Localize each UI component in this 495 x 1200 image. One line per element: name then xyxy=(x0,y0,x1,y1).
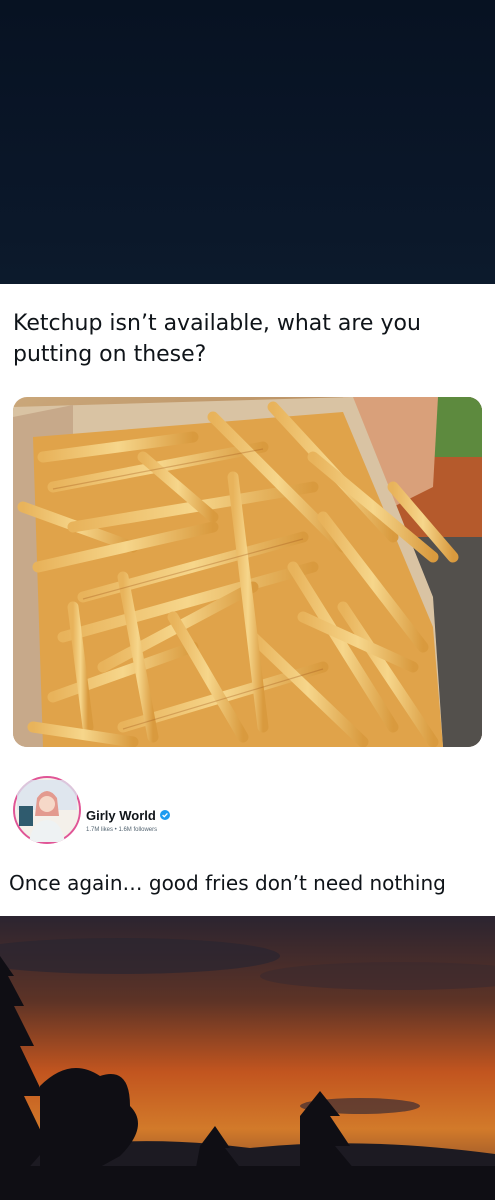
post-card[interactable]: Ketchup isn’t available, what are you pu… xyxy=(0,284,495,916)
post-text: Ketchup isn’t available, what are you pu… xyxy=(13,311,421,367)
author-row[interactable]: Girly World 1.7M likes • 1.6M followers xyxy=(13,776,483,846)
verified-badge-icon xyxy=(160,810,170,820)
author-followers: 1.7M likes • 1.6M followers xyxy=(86,827,158,833)
author-avatar[interactable] xyxy=(13,776,81,844)
dark-header-area xyxy=(0,0,495,284)
sunset-landscape-image[interactable] xyxy=(0,916,495,1200)
author-name[interactable]: Girly World xyxy=(86,808,156,823)
french-fries-image[interactable] xyxy=(13,397,482,747)
caption-text: Once again… good fries don’t need nothin… xyxy=(9,871,446,895)
